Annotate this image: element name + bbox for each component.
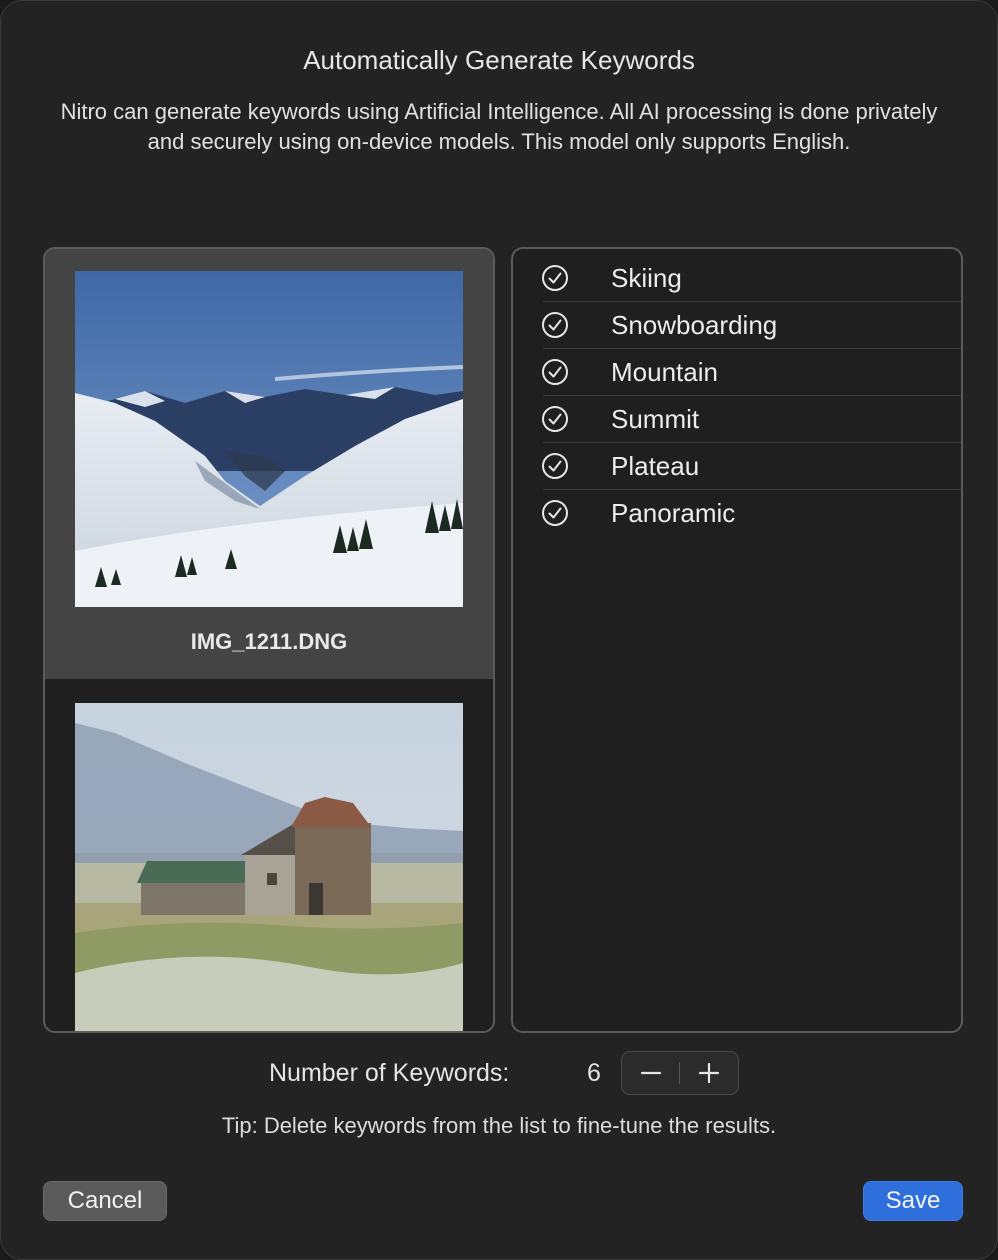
keyword-count-label: Number of Keywords: [269,1059,510,1087]
keyword-label: Skiing [611,263,682,293]
plus-icon [698,1062,720,1084]
tip-text: Tip: Delete keywords from the list to fi… [221,1113,777,1138]
photo-thumbnail-mountain [75,271,463,607]
keyword-label: Snowboarding [611,310,778,340]
keyword-label: Summit [611,404,700,434]
checkmark-circle-icon[interactable] [541,264,569,292]
checkmark-circle-icon[interactable] [541,358,569,386]
checkmark-circle-icon[interactable] [541,311,569,339]
keyword-row[interactable]: Mountain [541,349,961,396]
keyword-row[interactable]: Panoramic [541,490,961,536]
minus-icon [640,1071,662,1075]
photo-filename: IMG_1211.DNG [190,629,348,654]
keyword-count-stepper[interactable] [621,1051,739,1095]
cancel-button[interactable]: Cancel [43,1181,167,1221]
save-button[interactable]: Save [863,1181,963,1221]
keyword-dialog: Automatically Generate Keywords Nitro ca… [0,0,998,1260]
photo-item-selected[interactable]: IMG_1211.DNG [45,249,493,679]
photo-thumbnail-barn [75,703,463,1031]
dialog-description: Nitro can generate keywords using Artifi… [60,99,938,154]
keyword-label: Mountain [611,357,718,387]
photo-list[interactable]: IMG_1211.DNG [43,247,495,1033]
checkmark-circle-icon[interactable] [541,499,569,527]
keyword-row[interactable]: Summit [541,396,961,443]
keyword-row[interactable]: Snowboarding [541,302,961,349]
keyword-row[interactable]: Skiing [541,255,961,302]
dialog-title: Automatically Generate Keywords [303,45,695,75]
keyword-label: Panoramic [611,498,736,528]
keyword-label: Plateau [611,451,700,481]
decrement-button[interactable] [622,1052,680,1094]
checkmark-circle-icon[interactable] [541,405,569,433]
keyword-count-value: 6 [587,1059,601,1087]
photo-item[interactable] [45,679,493,1031]
keyword-list: Skiing Snowboarding Mountain Summit Plat… [511,247,963,1033]
keyword-count-row: Number of Keywords: 6 [1,1051,997,1095]
checkmark-circle-icon[interactable] [541,452,569,480]
increment-button[interactable] [680,1052,738,1094]
keyword-row[interactable]: Plateau [541,443,961,490]
